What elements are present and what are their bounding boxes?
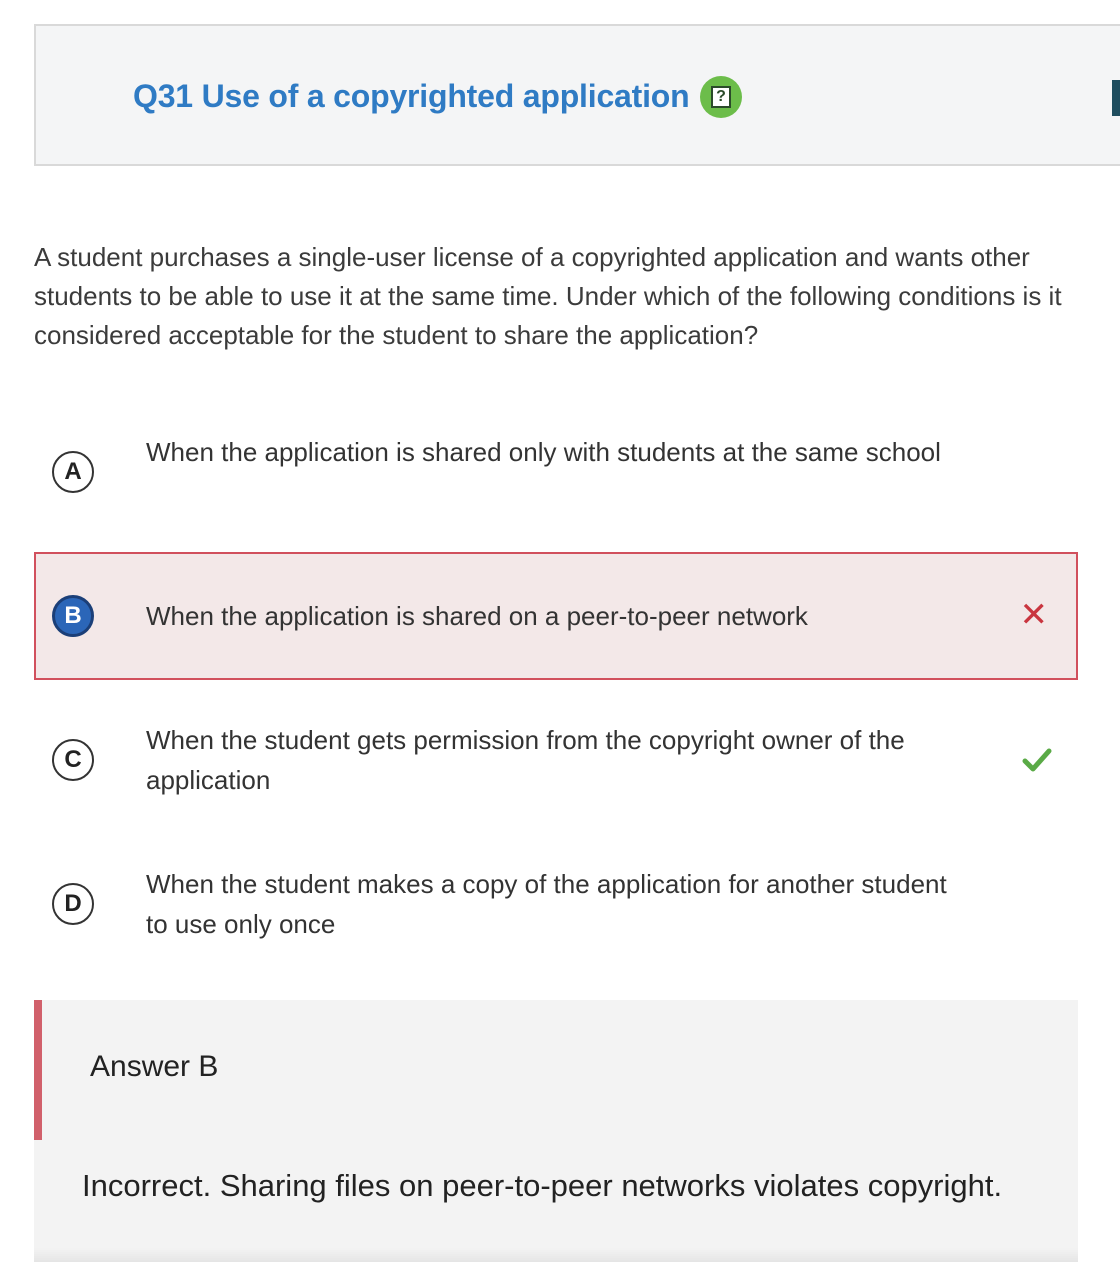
option-c-text: When the student gets permission from th…	[146, 725, 905, 795]
option-b-text: When the application is shared on a peer…	[146, 601, 808, 631]
answer-explanation: Incorrect. Sharing files on peer-to-peer…	[82, 1168, 1003, 1203]
header-side-marker	[1112, 80, 1120, 116]
option-a[interactable]: A When the application is shared only wi…	[34, 416, 1078, 536]
question-text: A student purchases a single-user licens…	[34, 242, 1062, 350]
answer-panel-shadow	[34, 1248, 1078, 1262]
option-b[interactable]: B When the application is shared on a pe…	[34, 552, 1078, 680]
option-b-letter[interactable]: B	[52, 595, 94, 637]
option-d-letter[interactable]: D	[52, 883, 94, 925]
question-title: Q31 Use of a copyrighted application	[133, 78, 690, 114]
answer-panel: Answer B Incorrect. Sharing files on pee…	[34, 1000, 1078, 1262]
option-c[interactable]: C When the student gets permission from …	[34, 704, 1078, 824]
option-a-letter[interactable]: A	[52, 451, 94, 493]
help-question-mark-icon: ?	[711, 86, 731, 108]
question-help-icon[interactable]: ?	[700, 76, 742, 118]
option-a-text: When the application is shared only with…	[146, 437, 941, 467]
option-d[interactable]: D When the student makes a copy of the a…	[34, 848, 1078, 968]
question-header: Q31 Use of a copyrighted application ?	[34, 24, 1120, 166]
answer-label: Answer B	[90, 1050, 219, 1083]
answer-accent-bar	[34, 1000, 42, 1140]
incorrect-x-icon: ✕	[1019, 596, 1049, 634]
correct-check-icon	[1022, 748, 1052, 772]
option-c-letter[interactable]: C	[52, 739, 94, 781]
option-d-text: When the student makes a copy of the app…	[146, 869, 947, 939]
